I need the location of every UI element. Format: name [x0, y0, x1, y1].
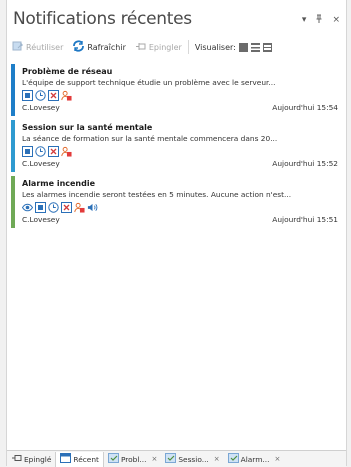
tab-pinned-label: Epinglé [24, 454, 52, 464]
notification-description: La séance de formation sur la santé ment… [22, 134, 278, 143]
user-icon[interactable] [61, 146, 72, 157]
notification-item[interactable]: Session sur la santé mentale La séance de… [11, 120, 342, 172]
view-list-icon[interactable] [250, 42, 260, 52]
tab-recent-label: Récent [73, 454, 99, 464]
tab-notification-3-label: Alarm... [240, 454, 270, 464]
pin-label: Epingler [148, 42, 182, 52]
panel-controls: ▾ × [302, 14, 340, 26]
reuse-button[interactable]: Réutiliser [7, 41, 67, 54]
notifications-panel: Notifications récentes ▾ × Réutiliser Ra… [6, 0, 347, 467]
tab-notification-3[interactable]: Alarm... × [224, 452, 285, 467]
notification-tab-icon [165, 453, 177, 465]
toolbar-separator [187, 40, 189, 54]
notification-author: C.Lovesey [22, 159, 60, 168]
notification-time: Aujourd'hui 15:51 [272, 215, 338, 224]
close-icon[interactable]: × [214, 455, 220, 463]
notification-meta: C.Lovesey Aujourd'hui 15:52 [22, 159, 338, 169]
dropdown-icon[interactable]: ▾ [302, 15, 307, 25]
notification-time: Aujourd'hui 15:52 [272, 159, 338, 168]
cancel-icon[interactable] [48, 146, 59, 157]
view-details-icon[interactable] [262, 42, 272, 52]
view-label: Visualiser: [194, 42, 236, 52]
square-icon[interactable] [22, 146, 33, 157]
notification-actions [22, 145, 338, 158]
pin-icon[interactable] [315, 14, 323, 26]
pin-icon [11, 454, 22, 464]
bottom-tab-bar: Epinglé Récent Probl... × Sessio... × Al… [7, 450, 346, 467]
tab-recent[interactable]: Récent [55, 451, 104, 467]
notification-actions [22, 201, 338, 214]
pin-icon [135, 42, 147, 53]
user-icon[interactable] [61, 90, 72, 101]
toolbar: Réutiliser Rafraîchir Epingler Visualise… [7, 37, 346, 57]
square-icon[interactable] [35, 202, 46, 213]
notification-title: Alarme incendie [22, 179, 96, 188]
square-icon[interactable] [22, 90, 33, 101]
close-icon[interactable]: × [274, 455, 280, 463]
notification-title: Session sur la santé mentale [22, 123, 153, 132]
notification-item[interactable]: Problème de réseau L'équipe de support te… [11, 64, 342, 116]
clock-icon[interactable] [48, 202, 59, 213]
close-icon[interactable]: × [151, 455, 157, 463]
tab-notification-1[interactable]: Probl... × [104, 452, 161, 467]
notification-author: C.Lovesey [22, 215, 60, 224]
panel-header: Notifications récentes ▾ × [7, 0, 346, 34]
notification-author: C.Lovesey [22, 103, 60, 112]
refresh-label: Rafraîchir [87, 42, 126, 52]
notification-meta: C.Lovesey Aujourd'hui 15:54 [22, 103, 338, 113]
clock-icon[interactable] [35, 146, 46, 157]
reuse-label: Réutiliser [26, 42, 64, 52]
cancel-icon[interactable] [61, 202, 72, 213]
clock-icon[interactable] [35, 90, 46, 101]
refresh-icon [72, 40, 85, 54]
notification-time: Aujourd'hui 15:54 [272, 103, 338, 112]
user-icon[interactable] [74, 202, 85, 213]
notification-title: Problème de réseau [22, 67, 113, 76]
eye-icon[interactable] [22, 202, 33, 213]
notification-list: Problème de réseau L'équipe de support te… [11, 64, 342, 232]
tab-notification-2-label: Sessio... [178, 454, 209, 464]
reuse-icon [12, 41, 24, 54]
notification-actions [22, 89, 338, 102]
cancel-icon[interactable] [48, 90, 59, 101]
notification-meta: C.Lovesey Aujourd'hui 15:51 [22, 215, 338, 225]
tab-notification-1-label: Probl... [120, 454, 147, 464]
notification-tab-icon [227, 453, 239, 465]
refresh-button[interactable]: Rafraîchir [67, 40, 130, 54]
notification-item[interactable]: Alarme incendie Les alarmes incendie sero… [11, 176, 342, 228]
notification-description: Les alarmes incendie seront testées en 5… [22, 190, 292, 199]
close-icon[interactable]: × [332, 15, 340, 25]
speaker-icon[interactable] [87, 202, 98, 213]
view-tiles-icon[interactable] [238, 42, 248, 52]
calendar-icon [60, 453, 72, 465]
tab-notification-2[interactable]: Sessio... × [161, 452, 223, 467]
pin-button[interactable]: Epingler [130, 42, 186, 53]
tab-pinned[interactable]: Epinglé [7, 452, 55, 467]
notification-tab-icon [107, 453, 119, 465]
panel-title: Notifications récentes [13, 9, 192, 29]
notification-description: L'équipe de support technique étudie un … [22, 78, 276, 87]
